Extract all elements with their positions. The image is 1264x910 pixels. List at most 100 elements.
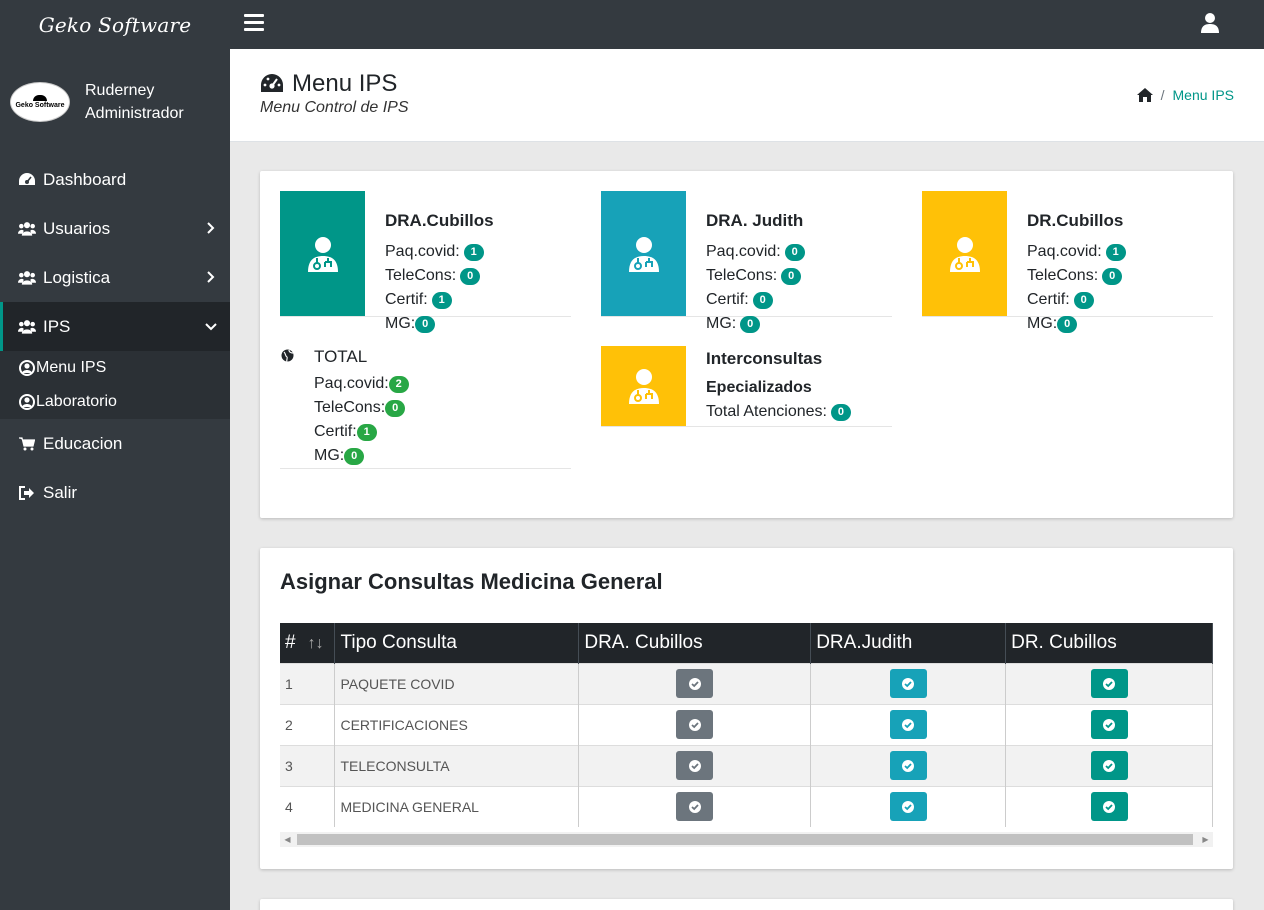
count-badge: 1 — [431, 291, 452, 309]
hamburger-menu-icon[interactable] — [244, 14, 264, 32]
users-icon — [18, 319, 36, 335]
brand-logo-text[interactable]: Geko Software — [0, 0, 230, 49]
doctor-info-box: DR.Cubillos Paq.covid: 1 TeleCons: 0 Certi… — [922, 191, 1213, 333]
count-badge: 1 — [356, 423, 377, 441]
col-header-tipo[interactable]: Tipo Consulta — [334, 623, 580, 663]
user-first-name: Ruderney — [85, 82, 155, 99]
assign-button[interactable] — [676, 710, 714, 739]
sidebar-subitem-laboratorio[interactable]: Laboratorio — [0, 385, 230, 419]
mg-label: MG: — [314, 447, 345, 464]
user-circle-icon — [19, 394, 35, 410]
assign-button[interactable] — [676, 751, 714, 780]
check-circle-icon — [688, 718, 701, 731]
mg-label: MG: — [1027, 315, 1058, 332]
certif-label: Certif: — [1027, 291, 1070, 308]
sidebar-item-label: Logistica — [43, 267, 111, 287]
user-icon[interactable] — [1200, 12, 1220, 34]
doctor-icon-box — [601, 191, 686, 316]
chevron-right-icon — [207, 222, 215, 234]
paq-covid-label: Paq.covid: — [385, 243, 460, 260]
paq-covid-line: Paq.covid: 1 — [385, 243, 484, 261]
paq-covid-label: Paq.covid: — [1027, 243, 1102, 260]
user-name[interactable]: Ruderney Administrador — [85, 79, 184, 125]
assign-button[interactable] — [889, 751, 927, 780]
col-header-num[interactable]: # ↑↓ — [280, 623, 336, 663]
scroll-left-arrow-icon[interactable]: ◀ — [280, 832, 295, 847]
check-circle-icon — [688, 677, 701, 690]
chevron-right-icon — [207, 271, 215, 283]
certif-label: Certif: — [706, 291, 749, 308]
row-tipo: MEDICINA GENERAL — [334, 785, 580, 827]
row-num: 1 — [280, 662, 336, 704]
count-badge: 0 — [740, 315, 761, 333]
total-atenciones-line: Total Atenciones: 0 — [706, 403, 851, 421]
doctor-icon-box — [280, 191, 365, 316]
sidebar-subitem-label: Laboratorio — [36, 393, 117, 410]
cell-dr-cubillos — [1005, 703, 1213, 745]
logo-cap-icon — [33, 95, 47, 101]
assign-button[interactable] — [1090, 792, 1128, 822]
assign-button[interactable] — [1090, 710, 1128, 739]
assign-button[interactable] — [676, 669, 714, 698]
telecons-line: TeleCons: 0 — [706, 267, 802, 285]
page-title: Menu IPS — [260, 70, 397, 98]
col-header-dra-cubillos[interactable]: DRA. Cubillos — [578, 623, 812, 663]
paq-covid-line: Paq.covid: 2 — [314, 375, 409, 393]
count-badge: 0 — [781, 267, 802, 285]
assign-button[interactable] — [889, 710, 927, 739]
cell-dra-judith — [810, 703, 1007, 745]
sidebar-subitem-menu-ips[interactable]: Menu IPS — [0, 351, 230, 385]
table-row: 2 CERTIFICACIONES — [280, 703, 1213, 745]
sidebar-item-salir[interactable]: Salir — [0, 468, 230, 517]
sidebar-item-educacion[interactable]: Educacion — [0, 419, 230, 468]
check-circle-icon — [688, 759, 701, 772]
mg-line: MG: 0 — [314, 447, 365, 465]
next-card — [260, 899, 1233, 910]
scroll-right-arrow-icon[interactable]: ▶ — [1198, 832, 1213, 847]
telecons-label: TeleCons: — [314, 399, 386, 416]
avatar-logo-text: Geko Software — [15, 102, 65, 109]
sidebar-item-ips[interactable]: IPS — [0, 302, 230, 351]
count-badge: 0 — [344, 447, 365, 465]
ips-submenu: Menu IPS Laboratorio — [0, 351, 230, 419]
sidebar-item-usuarios[interactable]: Usuarios — [0, 204, 230, 253]
check-circle-icon — [1103, 677, 1116, 690]
row-tipo: CERTIFICACIONES — [334, 703, 580, 745]
doctor-name: DRA.Cubillos — [385, 211, 494, 230]
count-badge: 0 — [460, 267, 481, 285]
user-doctor-icon — [628, 369, 659, 404]
assign-button[interactable] — [1090, 751, 1128, 780]
scrollbar-thumb[interactable] — [297, 834, 1193, 845]
interconsultas-info-box: Interconsultas Epecializados Total Atenc… — [601, 346, 892, 427]
count-badge: 0 — [385, 399, 406, 417]
cell-dra-cubillos — [578, 662, 812, 704]
assign-button[interactable] — [1090, 669, 1128, 698]
total-title: TOTAL — [314, 347, 368, 366]
sidebar-item-dashboard[interactable]: Dashboard — [0, 155, 230, 204]
assign-button[interactable] — [889, 669, 927, 698]
user-doctor-icon — [949, 236, 980, 272]
home-icon[interactable] — [1136, 88, 1153, 102]
sidebar-item-logistica[interactable]: Logistica — [0, 253, 230, 302]
col-header-dr-cubillos[interactable]: DR. Cubillos — [1005, 623, 1213, 663]
col-header-dra-judith[interactable]: DRA.Judith — [810, 623, 1007, 663]
sort-icon[interactable]: ↑↓ — [308, 635, 324, 653]
row-num: 4 — [280, 785, 336, 827]
cell-dra-judith — [810, 785, 1007, 827]
assign-button[interactable] — [889, 792, 927, 822]
top-navbar: Geko Software — [0, 0, 1264, 49]
assign-button[interactable] — [676, 792, 714, 822]
dashboard-icon — [261, 74, 283, 92]
row-tipo: PAQUETE COVID — [334, 662, 580, 704]
doctor-info-box: DRA. Judith Paq.covid: 0 TeleCons: 0 Certi… — [601, 191, 892, 333]
consultas-table: # ↑↓ Tipo Consulta DRA. Cubillos DRA.Judi… — [280, 623, 1213, 827]
count-badge: 2 — [388, 375, 409, 393]
horizontal-scrollbar[interactable]: ◀ ▶ — [280, 832, 1213, 847]
user-panel: Geko Software Ruderney Administrador — [0, 49, 230, 149]
breadcrumb-current[interactable]: Menu IPS — [1173, 87, 1234, 103]
paq-covid-line: Paq.covid: 0 — [706, 243, 805, 261]
total-info-box: TOTAL Paq.covid: 2 TeleCons: 0 Certif: 1 MG… — [280, 345, 571, 469]
sidebar-subitem-label: Menu IPS — [36, 359, 107, 376]
table-header-row: # ↑↓ Tipo Consulta DRA. Cubillos DRA.Judi… — [280, 623, 1213, 663]
sidebar-item-label: Salir — [43, 482, 78, 502]
